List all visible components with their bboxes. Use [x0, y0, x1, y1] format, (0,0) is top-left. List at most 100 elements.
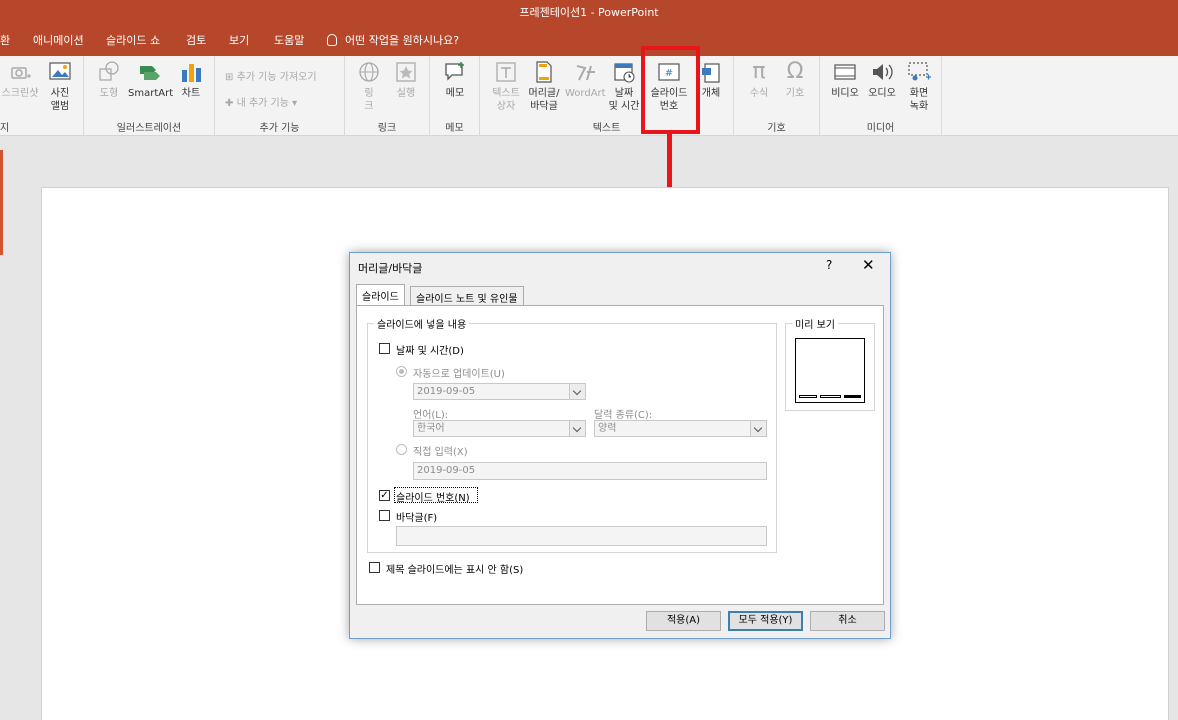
- preview-date-placeholder: [799, 395, 817, 398]
- wordart-label: WordArt: [565, 88, 606, 99]
- apply-button[interactable]: 적용(A): [646, 611, 721, 631]
- chevron-down-icon: [569, 384, 585, 399]
- tab-insert[interactable]: 환: [0, 26, 10, 56]
- header-footer-button[interactable]: 머리글/ 바닥글: [525, 60, 563, 113]
- symbol-button[interactable]: Ω 기호: [780, 60, 810, 100]
- language-label: 언어(L):: [413, 410, 449, 421]
- object-icon: [702, 63, 720, 83]
- language-value: 한국어: [417, 423, 445, 434]
- slide-number-checkbox[interactable]: ✓: [379, 490, 390, 501]
- header-footer-icon: [536, 61, 552, 83]
- group-label-images: 지: [0, 123, 10, 134]
- apply-all-button[interactable]: 모두 적용(Y): [728, 611, 803, 631]
- group-symbols: π 수식 Ω 기호 기호: [734, 56, 820, 136]
- include-on-slide-legend: 슬라이드에 넣을 내용: [374, 316, 470, 331]
- help-button[interactable]: ?: [826, 258, 832, 272]
- calendar-type-value: 양력: [598, 423, 617, 434]
- smartart-icon: [140, 66, 160, 80]
- fixed-radio[interactable]: [396, 444, 407, 455]
- group-images: 스크린샷 사진 앨범 지: [0, 56, 84, 136]
- chevron-down-icon: [569, 421, 585, 436]
- screen-recording-button[interactable]: 화면 녹화: [902, 60, 936, 113]
- preview-thumbnail: [795, 338, 865, 403]
- highlight-box: [641, 46, 700, 134]
- language-select[interactable]: 한국어: [413, 420, 586, 437]
- preview-group: 미리 보기: [785, 316, 875, 411]
- omega-icon: Ω: [786, 59, 804, 84]
- auto-update-label: 자동으로 업데이트(U): [413, 369, 505, 380]
- video-button[interactable]: 비디오: [828, 60, 862, 100]
- comment-button[interactable]: 메모: [440, 60, 470, 100]
- calendar-icon: [614, 63, 635, 83]
- ribbon-tab-bar: 환 애니메이션 슬라이드 쇼 검토 보기 도움말 어떤 작업을 원하시나요?: [0, 26, 1178, 56]
- cancel-button[interactable]: 취소: [810, 611, 885, 631]
- tab-slideshow[interactable]: 슬라이드 쇼: [106, 26, 160, 56]
- tab-slide[interactable]: 슬라이드: [356, 284, 405, 307]
- slide-thumbnail-indicator[interactable]: [0, 150, 3, 255]
- photo-album-label-2: 앨범: [50, 101, 70, 112]
- group-label-symbols: 기호: [767, 123, 786, 134]
- star-action-icon: [396, 62, 416, 82]
- screen-recording-label-2: 녹화: [909, 101, 929, 112]
- auto-date-value: 2019-09-05: [417, 386, 476, 397]
- action-button[interactable]: 실행: [391, 60, 421, 100]
- auto-date-select[interactable]: 2019-09-05: [413, 383, 586, 400]
- link-label-1: 링: [364, 88, 374, 99]
- include-on-slide-group: 슬라이드에 넣을 내용 날짜 및 시간(D) 자동으로 업데이트(U) 2019…: [367, 316, 777, 553]
- speaker-icon: [873, 64, 893, 80]
- ribbon: 스크린샷 사진 앨범 지 도형 SmartArt 차트 일러스트레이션 ⊞ 추가…: [0, 56, 1178, 136]
- close-icon[interactable]: ✕: [862, 256, 875, 274]
- dont-show-title-checkbox[interactable]: [369, 562, 380, 573]
- wordart-button[interactable]: WordArt: [565, 60, 606, 100]
- audio-button[interactable]: 오디오: [864, 60, 900, 100]
- group-media: 비디오 오디오 화면 녹화 미디어: [820, 56, 942, 136]
- group-label-comments: 메모: [445, 123, 464, 134]
- auto-update-radio[interactable]: [396, 366, 407, 377]
- dialog-panel: 슬라이드에 넣을 내용 날짜 및 시간(D) 자동으로 업데이트(U) 2019…: [356, 305, 884, 605]
- bar-chart-icon: [182, 64, 201, 82]
- textbox-button[interactable]: 텍스트 상자: [488, 60, 524, 113]
- equation-button[interactable]: π 수식: [742, 60, 776, 100]
- link-button[interactable]: 링 크: [355, 60, 383, 113]
- my-addins-button[interactable]: ✚ 내 추가 기능 ▾: [225, 94, 297, 109]
- date-time-checkbox[interactable]: [379, 343, 390, 354]
- photo-album-icon: [49, 62, 71, 80]
- preview-footer-placeholder: [820, 395, 841, 398]
- smartart-button[interactable]: SmartArt: [128, 60, 173, 100]
- tab-help[interactable]: 도움말: [274, 26, 304, 56]
- my-addins-label: 내 추가 기능: [236, 98, 289, 109]
- date-time-button[interactable]: 날짜 및 시간: [608, 60, 640, 113]
- slide-number-label: 슬라이드 번호(N): [396, 493, 470, 504]
- date-time-label: 날짜 및 시간(D): [396, 346, 464, 357]
- textbox-icon: [496, 62, 516, 82]
- tab-view[interactable]: 보기: [229, 26, 249, 56]
- comment-icon: [445, 62, 464, 81]
- video-label: 비디오: [831, 88, 859, 99]
- action-label: 실행: [396, 88, 416, 99]
- get-addins-button[interactable]: ⊞ 추가 기능 가져오기: [225, 68, 317, 83]
- group-illustrations: 도형 SmartArt 차트 일러스트레이션: [84, 56, 215, 136]
- shapes-button[interactable]: 도형: [92, 60, 126, 100]
- photo-album-button[interactable]: 사진 앨범: [44, 60, 76, 113]
- chart-label: 차트: [181, 88, 201, 99]
- screenshot-button[interactable]: 스크린샷: [0, 60, 40, 100]
- tab-notes-handouts[interactable]: 슬라이드 노트 및 유인물: [410, 286, 524, 306]
- tab-review[interactable]: 검토: [186, 26, 206, 56]
- tell-me-search[interactable]: 어떤 작업을 원하시나요?: [327, 26, 459, 56]
- comment-label: 메모: [445, 88, 465, 99]
- footer-input[interactable]: [396, 526, 767, 546]
- calendar-type-select[interactable]: 양력: [594, 420, 767, 437]
- shapes-label: 도형: [99, 88, 119, 99]
- object-button[interactable]: 개체: [696, 60, 726, 100]
- dont-show-title-label: 제목 슬라이드에는 표시 안 함(S): [386, 565, 524, 576]
- lightbulb-icon: [327, 34, 337, 46]
- footer-checkbox[interactable]: [379, 510, 390, 521]
- audio-label: 오디오: [868, 88, 896, 99]
- group-addins: ⊞ 추가 기능 가져오기 ✚ 내 추가 기능 ▾ 추가 기능: [215, 56, 345, 136]
- pi-icon: π: [752, 59, 766, 84]
- tab-animations[interactable]: 애니메이션: [33, 26, 84, 56]
- group-comments: 메모 메모: [430, 56, 480, 136]
- window-title: 프레젠테이션1 - PowerPoint: [0, 0, 1178, 26]
- chart-button[interactable]: 차트: [176, 60, 206, 100]
- fixed-date-input[interactable]: 2019-09-05: [413, 462, 767, 480]
